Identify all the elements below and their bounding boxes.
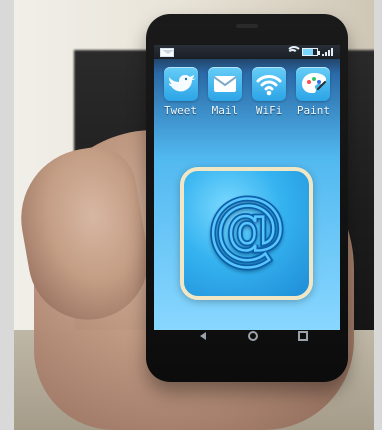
status-icons — [286, 46, 334, 56]
email-at-icon: @ @ — [205, 180, 289, 276]
app-label: Paint — [296, 104, 331, 117]
email-app-tile[interactable]: @ @ — [180, 167, 313, 300]
signal-status-icon — [322, 48, 334, 56]
battery-status-icon — [302, 48, 320, 56]
app-label: WiFi — [255, 104, 283, 117]
recent-apps-icon[interactable] — [298, 331, 308, 341]
wifi-icon — [252, 67, 287, 101]
screenshot-frame: Tweet Mail WiFi Paint @ @ — [0, 0, 382, 430]
palette-icon — [296, 67, 331, 101]
app-wifi[interactable]: WiFi — [249, 67, 290, 127]
app-mail[interactable]: Mail — [204, 67, 245, 127]
back-icon[interactable] — [198, 331, 208, 341]
smartphone: Tweet Mail WiFi Paint @ @ — [146, 14, 348, 382]
home-icon[interactable] — [248, 331, 258, 341]
app-tweet[interactable]: Tweet — [160, 67, 201, 127]
bird-icon — [163, 67, 198, 101]
at-symbol-highlight: @ — [208, 183, 286, 273]
android-navbar — [198, 328, 308, 344]
phone-screen[interactable]: Tweet Mail WiFi Paint @ @ — [154, 45, 340, 330]
phone-speaker — [236, 24, 258, 28]
wifi-status-icon — [286, 46, 302, 56]
mail-status-icon — [160, 47, 174, 57]
app-label: Mail — [211, 104, 239, 117]
photo-scene: Tweet Mail WiFi Paint @ @ — [14, 0, 374, 430]
app-row: Tweet Mail WiFi Paint — [160, 67, 334, 127]
app-paint[interactable]: Paint — [293, 67, 334, 127]
envelope-icon — [207, 67, 242, 101]
status-bar — [154, 45, 340, 59]
app-label: Tweet — [163, 104, 198, 117]
